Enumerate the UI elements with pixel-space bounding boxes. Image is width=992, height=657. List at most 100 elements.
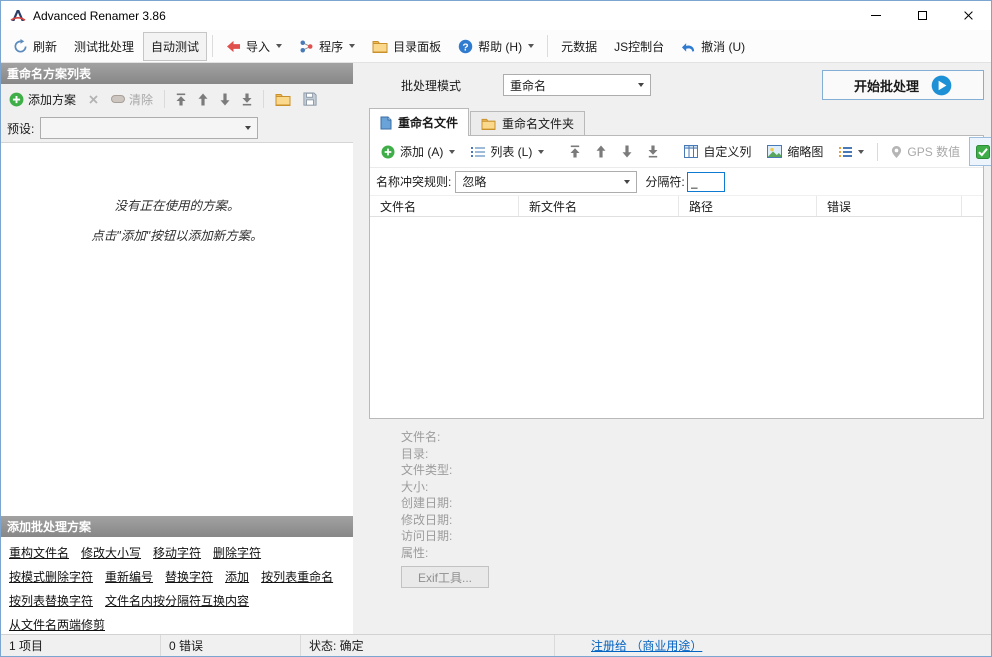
test-batch-button[interactable]: 测试批处理 [66, 32, 142, 61]
method-link[interactable]: 文件名内按分隔符互换内容 [105, 589, 249, 613]
file-toolbar-right-group: GPS 数值 重命名匹配 [873, 137, 991, 166]
method-list-empty-area[interactable]: 没有正在使用的方案。 点击"添加"按钮以添加新方案。 [1, 142, 353, 516]
column-header-filename[interactable]: 文件名 [370, 196, 519, 216]
move-down-icon [622, 145, 632, 158]
method-link[interactable]: 重构文件名 [9, 541, 69, 565]
js-console-button[interactable]: JS控制台 [606, 32, 672, 61]
app-window: Advanced Renamer 3.86 刷新 测试批处理 自动测试 导入 程… [0, 0, 992, 657]
column-header-new-filename[interactable]: 新文件名 [519, 196, 679, 216]
move-down-button[interactable] [215, 89, 235, 110]
dir-panel-button[interactable]: 目录面板 [364, 32, 449, 61]
delete-method-button[interactable] [83, 90, 104, 109]
close-icon [963, 10, 974, 21]
batch-mode-value: 重命名 [510, 78, 547, 93]
separator-input[interactable] [686, 171, 725, 192]
info-label-filename: 文件名: [401, 430, 441, 444]
auto-test-toggle[interactable]: 自动测试 [143, 31, 208, 61]
window-title: Advanced Renamer 3.86 [33, 8, 166, 23]
chevron-down-icon [449, 149, 456, 154]
move-top-button[interactable] [563, 139, 587, 164]
close-button[interactable] [945, 1, 991, 30]
method-link[interactable]: 重新编号 [105, 565, 153, 589]
help-button[interactable]: ? 帮助 (H) [450, 32, 542, 61]
refresh-icon [13, 38, 28, 54]
status-errors-count: 0 错误 [161, 635, 301, 656]
move-up-button[interactable] [589, 139, 613, 164]
method-link[interactable]: 添加 [225, 565, 249, 589]
file-list-area: 添加 (A) 列表 (L) 自定义列 缩略图 GPS 数值 名称冲突规则: 忽略… [369, 135, 991, 419]
minimize-button[interactable] [853, 1, 899, 30]
chevron-down-icon [538, 149, 545, 154]
thumbnail-icon [767, 145, 783, 158]
start-batch-button[interactable]: 开始批处理 [822, 70, 984, 100]
add-files-button[interactable]: 添加 (A) [374, 137, 462, 166]
status-items-count: 1 项目 [1, 635, 161, 656]
metadata-button[interactable]: 元数据 [553, 32, 605, 61]
panel-splitter[interactable] [353, 63, 361, 634]
tab-rename-files[interactable]: 重命名文件 [369, 108, 470, 136]
maximize-button[interactable] [899, 1, 945, 30]
custom-columns-button[interactable]: 自定义列 [677, 137, 758, 166]
undo-button[interactable]: 撤消 (U) [673, 32, 753, 61]
move-down-button[interactable] [615, 139, 639, 164]
file-icon [380, 116, 392, 130]
folder-icon [372, 40, 388, 53]
method-link[interactable]: 删除字符 [213, 541, 261, 565]
open-preset-button[interactable] [270, 89, 296, 110]
move-bottom-button[interactable] [641, 139, 665, 164]
view-options-button[interactable] [832, 140, 871, 164]
tab-rename-folders[interactable]: 重命名文件夹 [470, 111, 586, 135]
gps-values-button[interactable]: GPS 数值 [884, 137, 967, 166]
move-up-icon [596, 145, 606, 158]
exif-tool-button[interactable]: Exif工具... [401, 566, 489, 588]
toolbar-separator [547, 35, 549, 57]
move-top-button[interactable] [171, 89, 191, 110]
chevron-down-icon [624, 179, 631, 184]
collision-rule-row: 名称冲突规则: 忽略 分隔符: [370, 168, 983, 195]
import-button[interactable]: 导入 [218, 32, 290, 61]
info-label-directory: 目录: [401, 446, 429, 461]
thumbnails-button[interactable]: 缩略图 [760, 137, 830, 166]
app-logo-icon [10, 8, 26, 24]
method-link-list: 重构文件名 修改大小写 移动字符 删除字符 按模式删除字符 重新编号 替换字符 … [1, 537, 353, 634]
method-link[interactable]: 按列表替换字符 [9, 589, 93, 613]
status-register-cell: 注册给 （商业用途） [555, 635, 991, 656]
add-method-button[interactable]: 添加方案 [4, 87, 81, 112]
method-link[interactable]: 按模式删除字符 [9, 565, 93, 589]
save-preset-button[interactable] [298, 88, 322, 110]
file-panel: 批处理模式 重命名 开始批处理 重命名文件 重命名文件夹 添加 (A) 列表 (… [361, 63, 991, 634]
list-button[interactable]: 列表 (L) [464, 137, 551, 166]
toolbar-separator [212, 35, 214, 57]
program-button[interactable]: 程序 [291, 32, 363, 61]
method-link[interactable]: 移动字符 [153, 541, 201, 565]
toolbar-separator [164, 90, 166, 108]
collision-rule-combobox[interactable]: 忽略 [455, 170, 638, 193]
column-header-path[interactable]: 路径 [679, 196, 817, 216]
clear-icon [111, 93, 126, 105]
batch-mode-combobox[interactable]: 重命名 [503, 74, 652, 96]
refresh-button[interactable]: 刷新 [5, 32, 65, 61]
preset-combobox[interactable] [40, 117, 259, 139]
toolbar-separator [263, 90, 265, 108]
play-icon [931, 75, 952, 96]
method-link[interactable]: 修改大小写 [81, 541, 141, 565]
save-icon [303, 92, 317, 106]
column-header-error[interactable]: 错误 [817, 196, 962, 216]
maximize-icon [917, 11, 927, 20]
move-up-button[interactable] [193, 89, 213, 110]
file-tabs: 重命名文件 重命名文件夹 [369, 107, 984, 136]
rename-match-toggle[interactable]: 重命名匹配 [969, 137, 991, 166]
empty-message-line2: 点击"添加"按钮以添加新方案。 [91, 229, 263, 243]
delete-x-icon [88, 94, 99, 105]
file-table-body[interactable] [370, 217, 983, 418]
method-link[interactable]: 按列表重命名 [261, 565, 333, 589]
chevron-down-icon [638, 83, 645, 87]
column-header-filler [962, 196, 983, 216]
method-link[interactable]: 替换字符 [165, 565, 213, 589]
clear-methods-button[interactable]: 清除 [106, 87, 158, 112]
register-link[interactable]: 注册给 （商业用途） [591, 637, 702, 654]
open-folder-icon [275, 93, 291, 106]
move-bottom-button[interactable] [237, 89, 257, 110]
file-table-header: 文件名 新文件名 路径 错误 [370, 195, 983, 217]
bullet-list-icon [839, 146, 853, 158]
